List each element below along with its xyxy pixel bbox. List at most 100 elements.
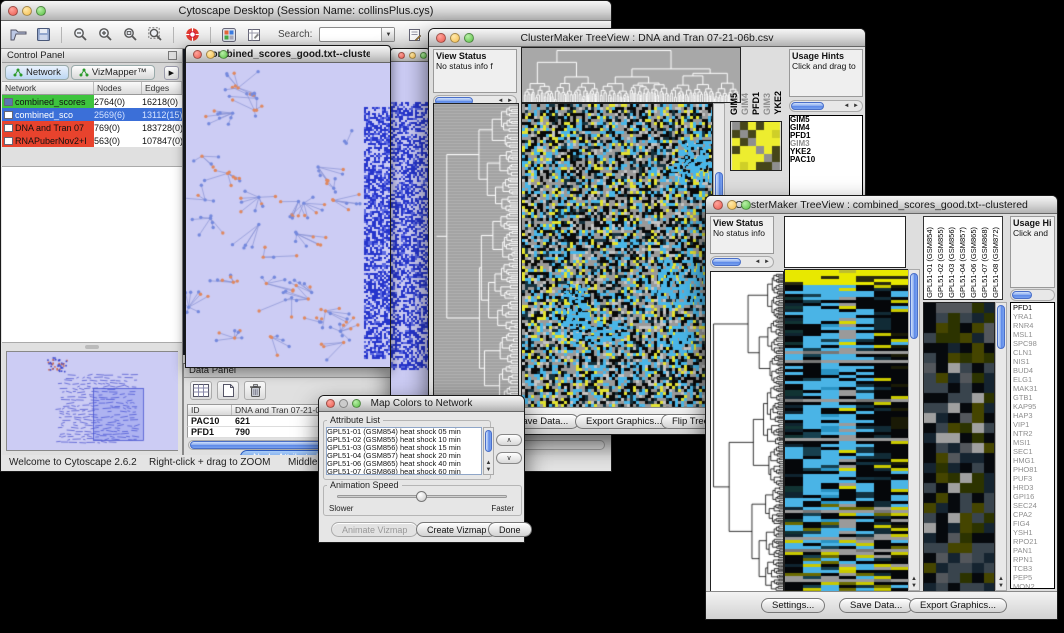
settings-button[interactable]: Settings... [761,598,825,613]
gene-list-item[interactable]: GIM3 [790,140,862,148]
close-button[interactable] [398,52,405,59]
help-lifering-icon[interactable] [181,24,203,46]
global-vscrollbar[interactable]: ▲▼ [995,302,1007,591]
zoom-button[interactable] [36,6,46,16]
new-attribute-button[interactable] [217,381,239,400]
gene-list-item[interactable]: ELG1 [1013,375,1054,384]
attribute-list[interactable]: GPL51-01 (GSM854) heat shock 05 minGPL51… [326,427,482,475]
scrollbar-arrows[interactable]: ▲▼ [909,576,919,590]
window-titlebar[interactable]: ClusterMaker TreeView : combined_scores_… [706,196,1057,214]
open-session-button[interactable] [7,24,29,46]
gene-list-item[interactable]: GIM5 [790,116,862,124]
hints-hscrollbar[interactable]: ◄ ► [789,100,863,112]
gene-list-item[interactable]: PEP5 [1013,573,1054,582]
gene-list-item[interactable]: KAP95 [1013,402,1054,411]
network-table-row[interactable]: combined_scores 2764(0) 16218(0) [2,95,182,108]
gene-list-item[interactable]: GTB1 [1013,393,1054,402]
gene-list-item[interactable]: TCB3 [1013,564,1054,573]
gene-list-item[interactable]: VIP1 [1013,420,1054,429]
scrollbar-arrows[interactable]: ▲▼ [996,576,1006,590]
gene-list-item[interactable]: MSL1 [1013,330,1054,339]
minimize-button[interactable] [409,52,416,59]
move-down-button[interactable]: ∨ [496,452,522,464]
chevron-down-icon[interactable]: ▼ [381,28,394,41]
gene-list-item[interactable]: BUD4 [1013,366,1054,375]
row-dendrogram-canvas[interactable] [710,271,784,593]
minimize-button[interactable] [206,50,215,59]
zoom-button[interactable] [352,399,361,408]
column-header-id[interactable]: ID [188,405,232,415]
scrollbar-arrows[interactable]: ◄ ► [754,259,773,265]
gene-list-item[interactable]: NTR2 [1013,429,1054,438]
gene-list-item[interactable]: MSI1 [1013,438,1054,447]
zoom-button[interactable] [420,52,427,59]
gene-list-item[interactable]: PHO81 [1013,465,1054,474]
attribute-list-vscrollbar[interactable]: ▲▼ [483,427,494,475]
gene-list-item[interactable]: PAC10 [790,156,862,164]
status-hscrollbar[interactable]: ◄ ► [710,256,774,268]
annotation-button[interactable] [404,24,426,46]
zoom-fit-button[interactable] [144,24,166,46]
gene-list-item[interactable]: GPI16 [1013,492,1054,501]
zoom-out-button[interactable] [69,24,91,46]
close-button[interactable] [326,399,335,408]
dense-network-canvas[interactable] [391,62,429,429]
gene-list-item[interactable]: NIS1 [1013,357,1054,366]
gene-list-item[interactable]: CLN1 [1013,348,1054,357]
gene-list-item[interactable]: YSH1 [1013,528,1054,537]
gene-list-item[interactable]: PUF3 [1013,474,1054,483]
network-table-row[interactable]: RNAPuberNov2+I 563(0) 107847(0) [2,134,182,147]
gene-list-item[interactable]: HRD3 [1013,483,1054,492]
minimize-button[interactable] [22,6,32,16]
gene-list-item[interactable]: CPA2 [1013,510,1054,519]
zoom-button[interactable] [464,33,474,43]
network-view-canvas[interactable] [186,63,390,367]
plugins-button[interactable] [218,24,240,46]
column-header-nodes[interactable]: Nodes [94,82,142,94]
network-table-row[interactable]: combined_sco 2569(6) 13112(15) [2,108,182,121]
gene-list-item[interactable]: PFD1 [790,132,862,140]
column-header-edges[interactable]: Edges [142,82,182,94]
gene-list-item[interactable]: GIM4 [790,124,862,132]
scrollbar-thumb[interactable] [791,102,824,110]
scrollbar-thumb[interactable] [997,305,1005,349]
zoom-selected-button[interactable] [119,24,141,46]
zoom-in-button[interactable] [94,24,116,46]
scrollbar-thumb[interactable] [485,430,492,452]
gene-list-item[interactable]: HMG1 [1013,456,1054,465]
gene-list-item[interactable]: SEC24 [1013,501,1054,510]
dialog-titlebar[interactable]: Map Colors to Network [319,396,524,412]
gene-list-item[interactable]: RNR4 [1013,321,1054,330]
gene-list-item[interactable]: MAK31 [1013,384,1054,393]
gene-list-item[interactable]: YRA1 [1013,312,1054,321]
gene-list-item[interactable]: SEC1 [1013,447,1054,456]
main-titlebar[interactable]: Cytoscape Desktop (Session Name: collins… [1,1,611,21]
window-titlebar[interactable]: ClusterMaker TreeView : DNA and Tran 07-… [429,29,865,47]
gene-list-item[interactable]: PFD1 [1013,303,1054,312]
gene-list-item[interactable]: RPN1 [1013,555,1054,564]
network-tree-area[interactable] [2,166,182,343]
save-data-button[interactable]: Save Data... [839,598,913,613]
hints-hscrollbar[interactable] [1010,289,1055,301]
gene-list-item[interactable]: MON2 [1013,582,1054,589]
more-tabs-button[interactable]: ▶ [164,66,179,80]
scrollbar-thumb[interactable] [712,258,741,266]
search-combobox[interactable]: ▼ [319,27,395,42]
gene-list-item[interactable]: HAP3 [1013,411,1054,420]
column-dendrogram-canvas[interactable] [521,47,741,103]
global-heatmap-canvas[interactable] [923,302,995,593]
gene-list-item[interactable]: PAN1 [1013,546,1054,555]
control-panel-tab[interactable]: Network [5,65,69,80]
create-vizmap-button[interactable]: Create Vizmap [416,522,497,537]
float-panel-icon[interactable] [168,51,177,60]
control-panel-tab[interactable]: VizMapper™ [71,65,155,80]
heatmap-canvas[interactable] [784,269,909,593]
gene-list-item[interactable]: RPO21 [1013,537,1054,546]
gene-list-item[interactable]: YKE2 [790,148,862,156]
window-titlebar[interactable] [391,49,429,62]
scrollbar-thumb[interactable] [1012,291,1032,299]
minimize-button[interactable] [727,200,737,210]
zoom-button[interactable] [741,200,751,210]
column-header-network[interactable]: Network [2,82,94,94]
select-attributes-button[interactable] [190,381,212,400]
